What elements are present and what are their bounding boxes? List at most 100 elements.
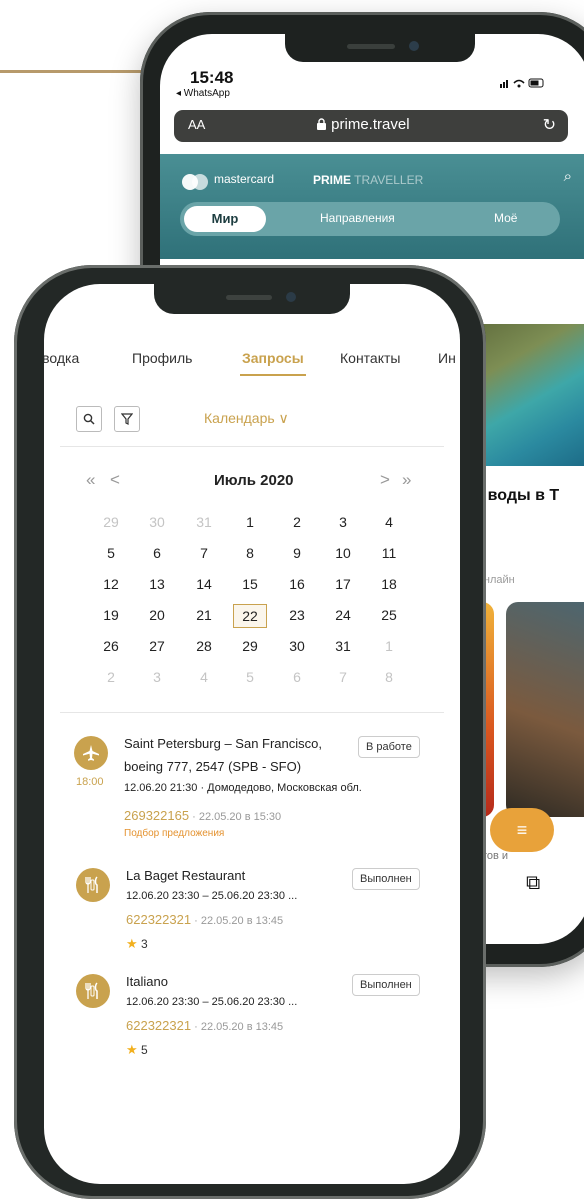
tab-summary[interactable]: Сводка — [44, 350, 79, 366]
calendar-day[interactable]: 5 — [94, 545, 128, 565]
calendar-toggle[interactable]: Календарь ∨ — [204, 410, 289, 427]
calendar-day[interactable]: 3 — [326, 514, 360, 534]
calendar-day[interactable]: 31 — [187, 514, 221, 534]
browser-url-bar[interactable]: AA prime.travel ↻ — [174, 110, 568, 142]
rating: ★ 3 — [126, 936, 148, 951]
calendar-day[interactable]: 1 — [233, 514, 267, 534]
promo-card[interactable] — [506, 602, 584, 817]
cutlery-icon — [85, 876, 98, 893]
signal-wifi-battery-icon — [500, 78, 544, 88]
calendar-day[interactable]: 7 — [326, 669, 360, 689]
calendar-day[interactable]: 17 — [326, 576, 360, 596]
request-details: 12.06.20 23:30 – 25.06.20 23:30 ... — [126, 996, 298, 1008]
tab-profile[interactable]: Профиль — [132, 350, 192, 366]
calendar-day[interactable]: 6 — [140, 545, 174, 565]
calendar-day[interactable]: 2 — [94, 669, 128, 689]
request-details: 12.06.20 23:30 – 25.06.20 23:30 ... — [126, 890, 298, 902]
request-title-line2[interactable]: boeing 777, 2547 (SPB - SFO) — [124, 759, 301, 774]
calendar-day[interactable]: 4 — [372, 514, 406, 534]
reload-icon[interactable]: ↻ — [543, 115, 556, 135]
request-details: 12.06.20 21:30 · Домодедово, Московская … — [124, 782, 362, 794]
calendar-day[interactable]: 11 — [372, 545, 406, 565]
calendar-day[interactable]: 16 — [280, 576, 314, 596]
mastercard-text: mastercard — [214, 172, 275, 186]
calendar-day[interactable]: 29 — [94, 514, 128, 534]
filter-icon — [120, 413, 134, 425]
next-month-button[interactable]: > — [380, 470, 390, 490]
site-header: mastercard PRIME TRAVELLER ⌕ Мир Направл… — [160, 154, 584, 259]
request-title[interactable]: Saint Petersburg – San Francisco, — [124, 736, 322, 751]
calendar-day[interactable]: 6 — [280, 669, 314, 689]
decorative-line — [0, 70, 150, 73]
request-number[interactable]: 622322321 · 22.05.20 в 13:45 — [126, 1018, 283, 1033]
status-badge: Выполнен — [352, 974, 420, 996]
status-icons — [500, 77, 546, 92]
site-brand[interactable]: PRIME TRAVELLER — [313, 173, 423, 187]
restaurant-category-icon — [76, 868, 110, 902]
request-number[interactable]: 269322165 · 22.05.20 в 15:30 — [124, 808, 281, 823]
calendar-day[interactable]: 1 — [372, 638, 406, 658]
site-tabs: Мир Направления Моё — [180, 202, 560, 236]
calendar-day[interactable]: 28 — [187, 638, 221, 658]
request-number[interactable]: 622322321 · 22.05.20 в 13:45 — [126, 912, 283, 927]
calendar-day[interactable]: 12 — [94, 576, 128, 596]
calendar-day[interactable]: 20 — [140, 607, 174, 627]
calendar-day[interactable]: 14 — [187, 576, 221, 596]
tab-more[interactable]: Ин — [438, 350, 456, 366]
tabs-icon[interactable]: ⧉ — [526, 872, 540, 895]
calendar-day[interactable]: 18 — [372, 576, 406, 596]
calendar-day[interactable]: 2 — [280, 514, 314, 534]
tab-world[interactable]: Мир — [184, 206, 266, 232]
tab-contacts[interactable]: Контакты — [340, 350, 400, 366]
calendar-day[interactable]: 24 — [326, 607, 360, 627]
tab-mine[interactable]: Моё — [494, 211, 517, 225]
calendar-day[interactable]: 15 — [233, 576, 267, 596]
next-year-button[interactable]: » — [402, 470, 411, 490]
prev-month-button[interactable]: < — [110, 470, 120, 490]
calendar-day[interactable]: 5 — [233, 669, 267, 689]
restaurant-category-icon — [76, 974, 110, 1008]
lock-icon — [317, 118, 326, 130]
calendar-day[interactable]: 30 — [280, 638, 314, 658]
request-title[interactable]: La Baget Restaurant — [126, 868, 245, 883]
search-button[interactable] — [76, 406, 102, 432]
calendar-day[interactable]: 10 — [326, 545, 360, 565]
calendar-day[interactable]: 31 — [326, 638, 360, 658]
calendar-day[interactable]: 3 — [140, 669, 174, 689]
calendar-day-selected[interactable]: 22 — [233, 604, 267, 628]
toolbar-divider — [60, 446, 444, 447]
calendar-day[interactable]: 8 — [233, 545, 267, 565]
star-icon: ★ — [126, 1042, 138, 1057]
menu-fab-button[interactable]: ≡ — [490, 808, 554, 852]
flight-category-icon — [74, 736, 108, 770]
calendar-day[interactable]: 25 — [372, 607, 406, 627]
status-back-app[interactable]: ◂ WhatsApp — [176, 88, 230, 99]
calendar-day[interactable]: 13 — [140, 576, 174, 596]
filter-button[interactable] — [114, 406, 140, 432]
active-tab-indicator — [240, 374, 306, 376]
calendar-day[interactable]: 29 — [233, 638, 267, 658]
status-time: 15:48 — [190, 68, 234, 87]
search-icon[interactable]: ⌕ — [564, 168, 572, 185]
text-size-button[interactable]: AA — [188, 117, 205, 132]
calendar-day[interactable]: 8 — [372, 669, 406, 689]
calendar-day[interactable]: 27 — [140, 638, 174, 658]
status-badge: Выполнен — [352, 868, 420, 890]
calendar-day[interactable]: 4 — [187, 669, 221, 689]
calendar-day[interactable]: 19 — [94, 607, 128, 627]
calendar-day[interactable]: 7 — [187, 545, 221, 565]
calendar-day[interactable]: 26 — [94, 638, 128, 658]
mockup-stage: 15:48 ◂ WhatsApp AA prime.travel ↻ maste… — [0, 0, 584, 1199]
calendar-day[interactable]: 9 — [280, 545, 314, 565]
tab-requests[interactable]: Запросы — [242, 350, 304, 366]
request-time: 18:00 — [76, 776, 104, 788]
back-phone-notch — [285, 34, 475, 62]
cutlery-icon — [85, 982, 98, 999]
calendar-day[interactable]: 30 — [140, 514, 174, 534]
star-icon: ★ — [126, 936, 138, 951]
prev-year-button[interactable]: « — [86, 470, 95, 490]
calendar-day[interactable]: 23 — [280, 607, 314, 627]
tab-directions[interactable]: Направления — [320, 211, 395, 225]
request-title[interactable]: Italiano — [126, 974, 168, 989]
calendar-day[interactable]: 21 — [187, 607, 221, 627]
